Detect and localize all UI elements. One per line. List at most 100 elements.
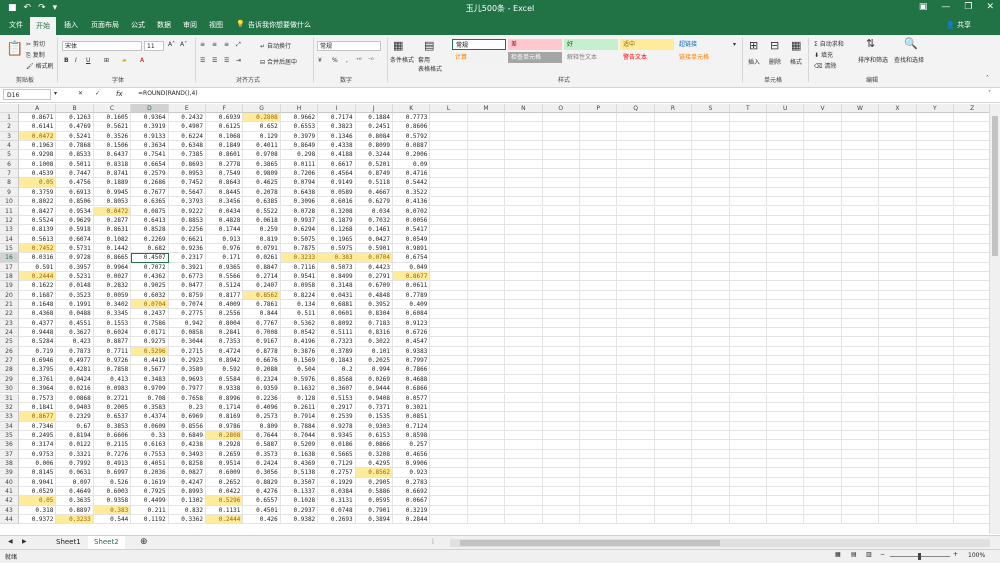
row-header[interactable]: 32 xyxy=(0,402,19,413)
empty-cell[interactable] xyxy=(467,468,506,478)
empty-cell[interactable] xyxy=(505,505,543,516)
empty-cell[interactable] xyxy=(654,131,693,142)
empty-cell[interactable] xyxy=(954,225,992,235)
empty-cell[interactable] xyxy=(580,253,618,263)
row-header[interactable]: 4 xyxy=(0,141,19,151)
cell-b29[interactable]: 0.0424 xyxy=(56,374,94,385)
empty-cell[interactable] xyxy=(505,337,543,347)
cell-b36[interactable]: 0.0122 xyxy=(56,440,94,450)
cell-c42[interactable]: 0.9358 xyxy=(93,496,132,506)
empty-cell[interactable] xyxy=(841,234,880,244)
paste-icon[interactable]: 📋 xyxy=(6,41,23,57)
empty-cell[interactable] xyxy=(804,515,842,525)
cell-d3[interactable]: 0.9133 xyxy=(131,131,169,142)
empty-cell[interactable] xyxy=(692,113,730,123)
empty-cell[interactable] xyxy=(692,234,730,244)
empty-cell[interactable] xyxy=(954,468,992,478)
empty-cell[interactable] xyxy=(580,384,618,394)
cell-h11[interactable]: 0.0728 xyxy=(280,206,319,216)
cell-d28[interactable]: 0.5677 xyxy=(131,365,169,375)
cell-c20[interactable]: 0.0059 xyxy=(93,290,132,300)
empty-cell[interactable] xyxy=(430,505,468,516)
cell-b19[interactable]: 0.0148 xyxy=(56,281,94,291)
empty-cell[interactable] xyxy=(729,337,767,347)
row-header[interactable]: 3 xyxy=(0,131,19,142)
cell-a39[interactable]: 0.8145 xyxy=(19,468,57,478)
cell-a27[interactable]: 0.6946 xyxy=(19,356,57,366)
cell-c28[interactable]: 0.7858 xyxy=(93,365,132,375)
underline-button[interactable]: U xyxy=(86,57,90,64)
cell-j17[interactable]: 0.4423 xyxy=(355,262,393,272)
cell-i23[interactable]: 0.8092 xyxy=(318,318,356,329)
empty-cell[interactable] xyxy=(729,449,767,459)
cell-b28[interactable]: 0.4281 xyxy=(56,365,94,375)
cell-f30[interactable]: 0.9338 xyxy=(206,384,244,394)
empty-cell[interactable] xyxy=(542,515,580,525)
empty-cell[interactable] xyxy=(954,440,992,450)
empty-cell[interactable] xyxy=(916,253,954,263)
empty-cell[interactable] xyxy=(542,346,580,357)
cell-c38[interactable]: 0.4913 xyxy=(93,458,132,469)
empty-cell[interactable] xyxy=(654,225,693,235)
cell-a7[interactable]: 0.4539 xyxy=(19,169,57,179)
empty-cell[interactable] xyxy=(692,197,730,207)
styles-more-icon[interactable]: ▾ xyxy=(733,41,736,48)
empty-cell[interactable] xyxy=(804,290,842,300)
cell-j42[interactable]: 0.0595 xyxy=(355,496,393,506)
empty-cell[interactable] xyxy=(767,374,805,385)
empty-cell[interactable] xyxy=(916,412,954,422)
empty-cell[interactable] xyxy=(617,468,655,478)
empty-cell[interactable] xyxy=(430,243,468,254)
cell-i30[interactable]: 0.3607 xyxy=(318,384,356,394)
empty-cell[interactable] xyxy=(729,225,767,235)
cell-f40[interactable]: 0.2652 xyxy=(206,477,244,487)
empty-cell[interactable] xyxy=(767,458,805,469)
cell-h1[interactable]: 0.9662 xyxy=(280,113,319,123)
empty-cell[interactable] xyxy=(617,113,655,123)
cell-e19[interactable]: 0.0477 xyxy=(168,281,206,291)
cell-h17[interactable]: 0.7116 xyxy=(280,262,319,272)
empty-cell[interactable] xyxy=(654,243,693,254)
cell-g13[interactable]: 0.259 xyxy=(243,225,281,235)
empty-cell[interactable] xyxy=(542,421,580,431)
empty-cell[interactable] xyxy=(879,253,917,263)
row-header[interactable]: 22 xyxy=(0,309,19,319)
column-header-k[interactable]: K xyxy=(393,104,431,113)
insert-cells-icon[interactable]: ⊞ xyxy=(749,39,758,52)
row-header[interactable]: 40 xyxy=(0,477,19,487)
empty-cell[interactable] xyxy=(654,318,693,329)
cell-a13[interactable]: 0.8139 xyxy=(19,225,57,235)
cell-style-1[interactable]: 差 xyxy=(508,39,562,50)
cell-b34[interactable]: 0.67 xyxy=(56,421,94,431)
formula-input[interactable]: =ROUND(RAND(),4) xyxy=(138,90,198,97)
cell-j41[interactable]: 0.5886 xyxy=(355,487,393,497)
empty-cell[interactable] xyxy=(617,150,655,160)
cell-a40[interactable]: 0.9041 xyxy=(19,477,57,487)
cell-a30[interactable]: 0.3964 xyxy=(19,384,57,394)
shrink-font-icon[interactable]: A˅ xyxy=(180,41,187,48)
tab-home[interactable]: 开始 xyxy=(30,17,56,35)
empty-cell[interactable] xyxy=(841,421,880,431)
row-header[interactable]: 34 xyxy=(0,421,19,431)
empty-cell[interactable] xyxy=(841,384,880,394)
cell-e8[interactable]: 0.7452 xyxy=(168,178,206,188)
cell-b43[interactable]: 0.8897 xyxy=(56,505,94,516)
empty-cell[interactable] xyxy=(692,477,730,487)
empty-cell[interactable] xyxy=(879,141,917,151)
empty-cell[interactable] xyxy=(879,318,917,329)
empty-cell[interactable] xyxy=(879,234,917,244)
empty-cell[interactable] xyxy=(841,262,880,272)
cell-f1[interactable]: 0.6939 xyxy=(206,113,244,123)
italic-button[interactable]: I xyxy=(75,57,77,64)
cell-i3[interactable]: 0.1346 xyxy=(318,131,356,142)
empty-cell[interactable] xyxy=(954,515,992,525)
empty-cell[interactable] xyxy=(954,412,992,422)
empty-cell[interactable] xyxy=(841,477,880,487)
empty-cell[interactable] xyxy=(654,178,693,188)
empty-cell[interactable] xyxy=(542,271,580,282)
empty-cell[interactable] xyxy=(841,505,880,516)
cell-i40[interactable]: 0.1929 xyxy=(318,477,356,487)
empty-cell[interactable] xyxy=(841,318,880,329)
empty-cell[interactable] xyxy=(692,356,730,366)
empty-cell[interactable] xyxy=(542,243,580,254)
